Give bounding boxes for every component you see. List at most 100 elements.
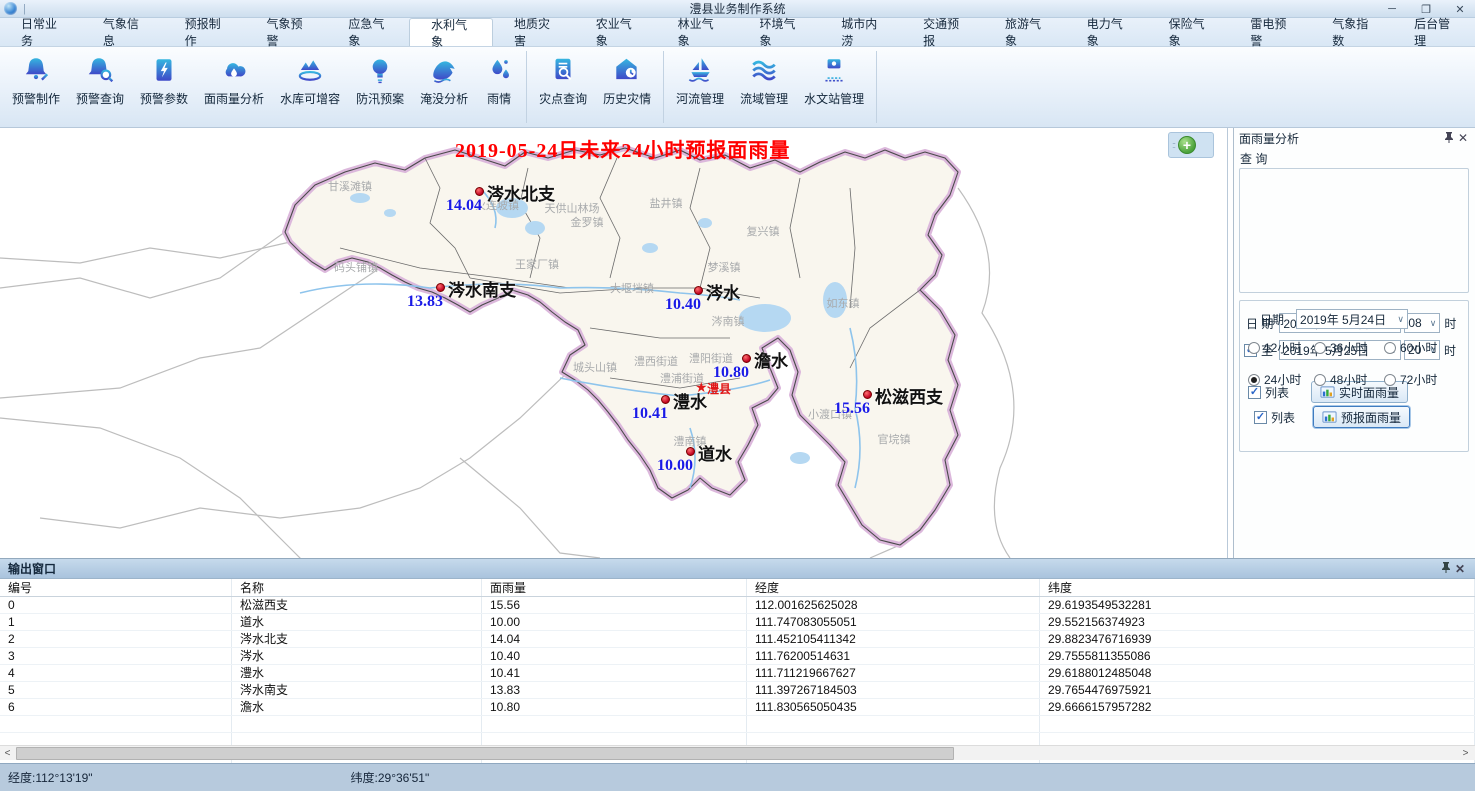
tool-历史灾情[interactable]: 历史灾情 <box>595 47 659 127</box>
forecast-rainfall-button[interactable]: 预报面雨量 <box>1313 406 1410 428</box>
scrollbar-thumb[interactable] <box>16 747 954 760</box>
menu-tab-10[interactable]: 环境气象 <box>738 18 820 46</box>
radio-12小时[interactable]: 12小时 <box>1248 339 1314 356</box>
pin-icon[interactable] <box>1442 131 1456 146</box>
menu-tab-13[interactable]: 旅游气象 <box>984 18 1066 46</box>
station-dot[interactable] <box>661 395 670 404</box>
pin-icon[interactable] <box>1439 561 1453 576</box>
county-boundary <box>285 148 958 545</box>
panel-close-icon[interactable]: ✕ <box>1456 131 1470 145</box>
menu-tab-11[interactable]: 城市内涝 <box>820 18 902 46</box>
menu-tab-9[interactable]: 林业气象 <box>657 18 739 46</box>
station-value: 15.56 <box>834 400 870 418</box>
toolbar-separator <box>876 51 877 123</box>
tool-灾点查询[interactable]: 灾点查询 <box>531 47 595 127</box>
menu-tab-7[interactable]: 地质灾害 <box>493 18 575 46</box>
menu-tab-18[interactable]: 后台管理 <box>1393 18 1475 46</box>
radio-24小时[interactable]: 24小时 <box>1248 371 1314 388</box>
station-dot[interactable] <box>436 283 445 292</box>
table-cell: 15.56 <box>482 597 747 613</box>
horizontal-scrollbar[interactable]: < > <box>0 745 1475 760</box>
bell-edit-icon <box>21 55 51 85</box>
table-row[interactable]: 4澧水10.41111.71121966762729.6188012485048 <box>0 665 1475 682</box>
table-row[interactable]: 6澹水10.80111.83056505043529.6666157957282 <box>0 699 1475 716</box>
scroll-right-icon[interactable]: > <box>1458 748 1473 759</box>
table-row[interactable]: 2涔水北支14.04111.45210541134229.88234767169… <box>0 631 1475 648</box>
station-dot[interactable] <box>694 286 703 295</box>
county-name-label: 澧县 <box>707 380 731 397</box>
add-layer-button[interactable]: + <box>1178 136 1196 154</box>
table-row[interactable]: 1道水10.00111.74708305505129.552156374923 <box>0 614 1475 631</box>
column-header[interactable]: 名称 <box>232 579 482 596</box>
tool-预警查询[interactable]: 预警查询 <box>68 47 132 127</box>
tool-水文站管理[interactable]: 水文站管理 <box>796 47 872 127</box>
station-dot[interactable] <box>475 187 484 196</box>
tool-防汛预案[interactable]: 防汛预案 <box>348 47 412 127</box>
tool-水库可增容[interactable]: 水库可增容 <box>272 47 348 127</box>
table-cell: 1 <box>0 614 232 630</box>
table-row[interactable] <box>0 716 1475 733</box>
tool-label: 预警参数 <box>140 90 188 107</box>
town-label: 梦溪镇 <box>708 259 741 275</box>
bulb-icon <box>365 55 395 85</box>
town-label: 大堰垱镇 <box>610 280 654 296</box>
drag-grip-icon: :: <box>1172 142 1175 149</box>
radio-48小时[interactable]: 48小时 <box>1314 371 1384 388</box>
menu-tab-15[interactable]: 保险气象 <box>1148 18 1230 46</box>
menu-tab-2[interactable]: 气象信息 <box>82 18 164 46</box>
table-row[interactable]: 5涔水南支13.83111.39726718450329.76544769759… <box>0 682 1475 699</box>
table-cell <box>747 716 1040 732</box>
tool-淹没分析[interactable]: 淹没分析 <box>412 47 476 127</box>
menu-tab-1[interactable]: 日常业务 <box>0 18 82 46</box>
maximize-button[interactable]: ❐ <box>1417 3 1435 16</box>
menu-tab-12[interactable]: 交通预报 <box>902 18 984 46</box>
forecast-date-combo[interactable]: 2019年 5月24日 ∨ <box>1296 309 1408 329</box>
tool-面雨量分析[interactable]: 面雨量分析 <box>196 47 272 127</box>
station-dot[interactable] <box>686 447 695 456</box>
map-area[interactable]: 2019-05-24日未来24小时预报面雨量 甘溪滩镇火连坡镇天供山林场金罗镇盐… <box>0 128 1228 558</box>
radio-36小时[interactable]: 36小时 <box>1314 339 1384 356</box>
radio-label: 24小时 <box>1264 371 1301 388</box>
table-cell: 29.6193549532281 <box>1040 597 1475 613</box>
output-close-icon[interactable]: ✕ <box>1453 562 1467 576</box>
chart-icon <box>1322 410 1337 425</box>
menu-tab-3[interactable]: 预报制作 <box>164 18 246 46</box>
column-header[interactable]: 编号 <box>0 579 232 596</box>
radio-60小时[interactable]: 60小时 <box>1384 339 1454 356</box>
scroll-left-icon[interactable]: < <box>0 748 15 759</box>
town-label: 金罗镇 <box>571 214 604 230</box>
column-header[interactable]: 面雨量 <box>482 579 747 596</box>
column-header[interactable]: 经度 <box>747 579 1040 596</box>
column-header[interactable]: 纬度 <box>1040 579 1475 596</box>
list-checkbox-2[interactable]: ✓ <box>1254 411 1267 424</box>
tool-流域管理[interactable]: 流域管理 <box>732 47 796 127</box>
tool-label: 面雨量分析 <box>204 90 264 107</box>
table-cell: 111.747083055051 <box>747 614 1040 630</box>
radio-circle <box>1314 374 1326 386</box>
close-button[interactable]: ✕ <box>1451 3 1469 16</box>
station-dot[interactable] <box>863 390 872 399</box>
table-row[interactable]: 3涔水10.40111.7620051463129.7555811355086 <box>0 648 1475 665</box>
status-bar: 经度:112°13'19" 纬度:29°36'51" <box>0 763 1475 791</box>
radio-circle <box>1248 342 1260 354</box>
bell-search-icon <box>85 55 115 85</box>
map-mini-toolbar[interactable]: :: + <box>1168 132 1214 158</box>
tool-预警参数[interactable]: 预警参数 <box>132 47 196 127</box>
menu-tab-5[interactable]: 应急气象 <box>327 18 409 46</box>
menu-tab-8[interactable]: 农业气象 <box>575 18 657 46</box>
tool-河流管理[interactable]: 河流管理 <box>668 47 732 127</box>
station-dot[interactable] <box>742 354 751 363</box>
minimize-button[interactable]: ─ <box>1383 3 1401 15</box>
tool-label: 历史灾情 <box>603 90 651 107</box>
menu-tab-14[interactable]: 电力气象 <box>1066 18 1148 46</box>
status-latitude: 纬度:29°36'51" <box>351 769 430 786</box>
menu-tab-17[interactable]: 气象指数 <box>1311 18 1393 46</box>
tool-预警制作[interactable]: 预警制作 <box>4 47 68 127</box>
menu-tab-4[interactable]: 气象预警 <box>245 18 327 46</box>
table-cell: 111.830565050435 <box>747 699 1040 715</box>
tool-雨情[interactable]: 雨情 <box>476 47 522 127</box>
menu-tab-16[interactable]: 雷电预警 <box>1229 18 1311 46</box>
table-row[interactable]: 0松滋西支15.56112.00162562502829.61935495322… <box>0 597 1475 614</box>
radio-72小时[interactable]: 72小时 <box>1384 371 1454 388</box>
menu-tab-6[interactable]: 水利气象 <box>409 18 493 46</box>
